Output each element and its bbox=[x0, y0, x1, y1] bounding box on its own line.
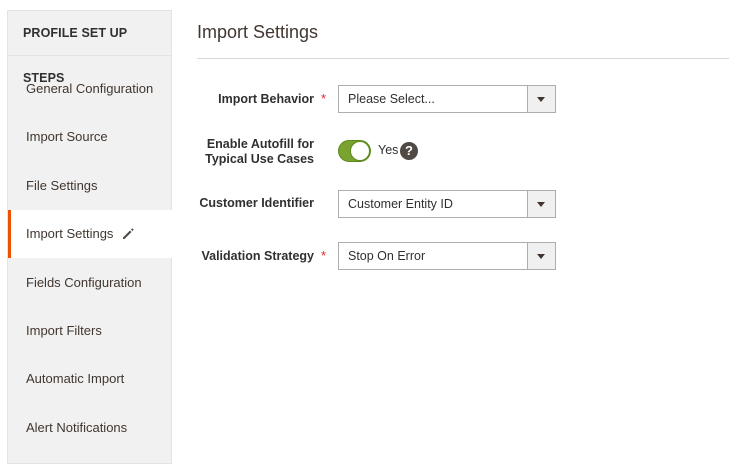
select-value: Customer Entity ID bbox=[348, 197, 453, 211]
sidebar-item-label: Import Settings bbox=[26, 226, 114, 241]
select-value: Please Select... bbox=[348, 92, 435, 106]
chevron-down-icon bbox=[537, 254, 545, 259]
page-title: Import Settings bbox=[197, 22, 319, 42]
sidebar-item-label: Fields Configuration bbox=[26, 275, 142, 290]
sidebar-item-alert-notifications[interactable]: Alert Notifications bbox=[8, 404, 172, 452]
sidebar-item-label: General Configuration bbox=[26, 81, 154, 96]
title-divider bbox=[197, 58, 729, 59]
help-icon[interactable]: ? bbox=[400, 142, 418, 160]
chevron-down-icon bbox=[537, 202, 545, 207]
enable-autofill-label-line2: Typical Use Cases bbox=[205, 152, 314, 166]
toggle-knob bbox=[350, 141, 370, 161]
dropdown-button[interactable] bbox=[527, 191, 555, 217]
validation-strategy-label: Validation Strategy bbox=[201, 249, 314, 263]
enable-autofill-label-line1: Enable Autofill for bbox=[206, 137, 314, 151]
pencil-icon bbox=[123, 228, 134, 239]
required-marker: * bbox=[321, 91, 327, 106]
profile-steps-sidebar: PROFILE SET UP STEPS General Configurati… bbox=[7, 10, 173, 464]
chevron-down-icon bbox=[537, 97, 545, 102]
enable-autofill-label: Enable Autofill for Typical Use Cases bbox=[205, 137, 314, 167]
sidebar-item-label: Automatic Import bbox=[26, 371, 125, 386]
dropdown-button[interactable] bbox=[527, 86, 555, 112]
sidebar-item-import-filters[interactable]: Import Filters bbox=[8, 307, 172, 355]
sidebar-item-label: File Settings bbox=[26, 178, 98, 193]
dropdown-button[interactable] bbox=[527, 243, 555, 269]
customer-identifier-label: Customer Identifier bbox=[199, 196, 314, 210]
enable-autofill-toggle[interactable] bbox=[338, 140, 371, 162]
sidebar-item-label: Import Source bbox=[26, 129, 108, 144]
sidebar-item-general-configuration[interactable]: General Configuration bbox=[8, 65, 172, 113]
import-behavior-label: Import Behavior bbox=[218, 92, 314, 106]
toggle-state-label: Yes bbox=[378, 143, 399, 157]
sidebar-item-label: Alert Notifications bbox=[26, 420, 128, 435]
select-value: Stop On Error bbox=[348, 249, 426, 263]
customer-identifier-select[interactable]: Customer Entity ID bbox=[338, 190, 556, 218]
sidebar-item-label: Import Filters bbox=[26, 323, 102, 338]
validation-strategy-select[interactable]: Stop On Error bbox=[338, 242, 556, 270]
required-marker: * bbox=[321, 248, 327, 263]
import-behavior-select[interactable]: Please Select... bbox=[338, 85, 556, 113]
sidebar-item-import-settings[interactable]: Import Settings bbox=[8, 210, 173, 258]
sidebar-item-fields-configuration[interactable]: Fields Configuration bbox=[8, 259, 172, 307]
sidebar-item-import-source[interactable]: Import Source bbox=[8, 113, 172, 161]
sidebar-title: PROFILE SET UP STEPS bbox=[8, 11, 171, 85]
sidebar-item-automatic-import[interactable]: Automatic Import bbox=[8, 355, 172, 403]
sidebar-item-file-settings[interactable]: File Settings bbox=[8, 162, 172, 210]
